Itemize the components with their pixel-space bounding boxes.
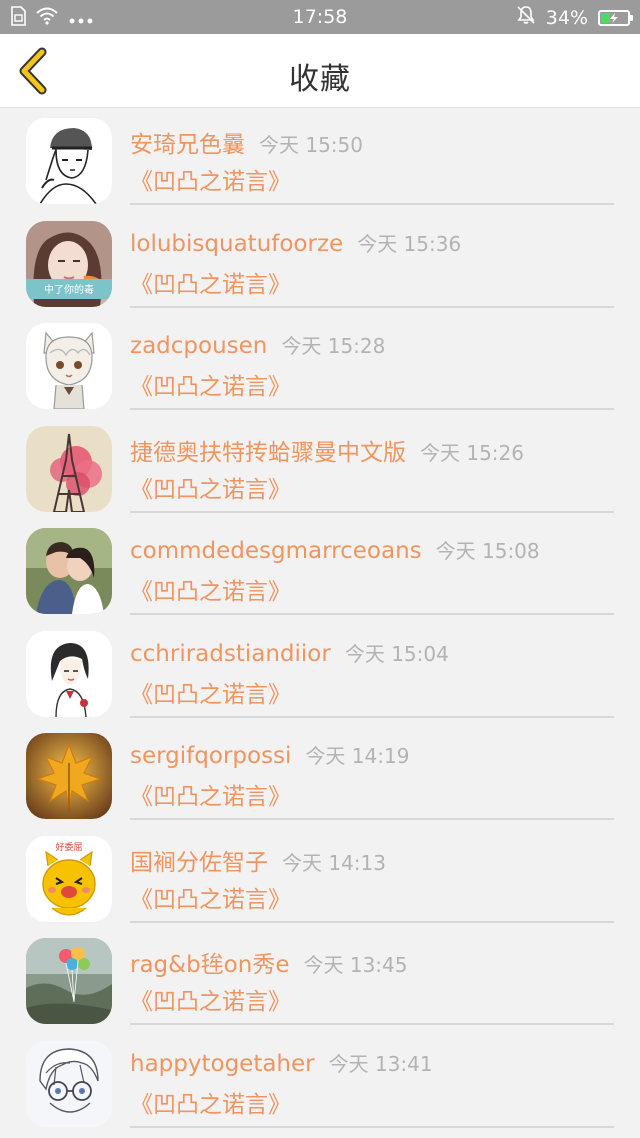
username[interactable]: 捷德奥扶特抟蛤骤曼中文版 <box>130 440 406 466</box>
avatar[interactable] <box>26 528 112 614</box>
timestamp: 今天 15:50 <box>259 133 363 157</box>
username[interactable]: happytogetaher <box>130 1051 315 1077</box>
svg-text:中了你的毒: 中了你的毒 <box>44 283 94 296</box>
favorites-list: 安琦兄色曩 今天 15:50 《凹凸之诺言》 中了你的毒 lolubisquatu… <box>0 109 640 1134</box>
list-item[interactable]: 捷德奥扶特抟蛤骤曼中文版 今天 15:26 《凹凸之诺言》 <box>0 417 640 520</box>
timestamp: 今天 15:26 <box>420 440 524 465</box>
item-header: 捷德奥扶特抟蛤骤曼中文版 今天 15:26 <box>130 433 524 467</box>
book-title[interactable]: 《凹凸之诺言》 <box>130 880 291 914</box>
list-item[interactable]: happytogetaher 今天 13:41 《凹凸之诺言》 <box>0 1032 640 1135</box>
timestamp: 今天 14:19 <box>305 744 410 768</box>
timestamp: 今天 15:28 <box>281 334 386 358</box>
list-item[interactable]: cchriradstiandiior 今天 15:04 《凹凸之诺言》 <box>0 622 640 725</box>
battery-icon <box>598 9 633 26</box>
avatar[interactable] <box>26 118 112 204</box>
list-item[interactable]: commdedesgmarrceoans 今天 15:08 《凹凸之诺言》 <box>0 519 640 622</box>
item-header: lolubisquatufoorze 今天 15:36 <box>130 228 461 257</box>
book-title[interactable]: 《凹凸之诺言》 <box>130 265 291 299</box>
book-title[interactable]: 《凹凸之诺言》 <box>130 982 291 1016</box>
item-body: sergifqorpossi 今天 14:19 《凹凸之诺言》 <box>130 724 614 820</box>
list-item[interactable]: zadcpousen 今天 15:28 《凹凸之诺言》 <box>0 314 640 417</box>
list-item[interactable]: 安琦兄色曩 今天 15:50 《凹凸之诺言》 <box>0 109 640 212</box>
avatar[interactable] <box>26 630 112 717</box>
username[interactable]: rag&b毪on秀e <box>130 952 289 978</box>
item-header: 国裥分佐智子 今天 14:13 <box>130 843 386 877</box>
avatar[interactable]: 好委屈 <box>26 835 112 922</box>
book-title[interactable]: 《凹凸之诺言》 <box>130 367 291 401</box>
book-title[interactable]: 《凹凸之诺言》 <box>130 572 291 606</box>
item-header: commdedesgmarrceoans 今天 15:08 <box>130 535 540 564</box>
timestamp: 今天 13:45 <box>303 953 408 977</box>
item-body: lolubisquatufoorze 今天 15:36 《凹凸之诺言》 <box>130 212 614 308</box>
item-body: zadcpousen 今天 15:28 《凹凸之诺言》 <box>130 314 614 410</box>
avatar[interactable] <box>26 425 112 512</box>
book-title[interactable]: 《凹凸之诺言》 <box>130 1085 291 1119</box>
item-header: cchriradstiandiior 今天 15:04 <box>130 638 449 667</box>
item-body: 国裥分佐智子 今天 14:13 《凹凸之诺言》 <box>130 827 614 923</box>
silent-bell-icon <box>516 5 536 30</box>
avatar[interactable] <box>26 938 112 1024</box>
item-body: rag&b毪on秀e 今天 13:45 《凹凸之诺言》 <box>130 929 614 1025</box>
item-body: cchriradstiandiior 今天 15:04 《凹凸之诺言》 <box>130 622 614 718</box>
avatar[interactable] <box>26 323 112 409</box>
item-header: happytogetaher 今天 13:41 <box>130 1048 433 1077</box>
item-body: happytogetaher 今天 13:41 《凹凸之诺言》 <box>130 1032 614 1128</box>
timestamp: 今天 15:04 <box>344 641 449 666</box>
list-item[interactable]: 好委屈 国裥分佐智子 今天 14:13 《凹凸之诺言》 <box>0 827 640 930</box>
item-body: 捷德奥扶特抟蛤骤曼中文版 今天 15:26 《凹凸之诺言》 <box>130 417 614 513</box>
list-item[interactable]: 中了你的毒 lolubisquatufoorze 今天 15:36 《凹凸之诺言》 <box>0 212 640 315</box>
timestamp: 今天 14:13 <box>282 850 386 875</box>
item-header: zadcpousen 今天 15:28 <box>130 330 385 359</box>
book-title[interactable]: 《凹凸之诺言》 <box>130 675 291 709</box>
book-title[interactable]: 《凹凸之诺言》 <box>130 777 291 811</box>
avatar[interactable] <box>26 1040 112 1127</box>
timestamp: 今天 15:08 <box>435 539 540 563</box>
battery-percent: 34% <box>545 6 588 29</box>
username[interactable]: zadcpousen <box>130 333 267 359</box>
svg-text:好委屈: 好委屈 <box>55 841 82 853</box>
item-header: 安琦兄色曩 今天 15:50 <box>130 125 363 159</box>
username[interactable]: lolubisquatufoorze <box>130 231 343 257</box>
timestamp: 今天 15:36 <box>357 231 462 256</box>
item-header: rag&b毪on秀e 今天 13:45 <box>130 945 407 979</box>
book-title[interactable]: 《凹凸之诺言》 <box>130 470 291 504</box>
username[interactable]: 安琦兄色曩 <box>130 132 245 158</box>
username[interactable]: 国裥分佐智子 <box>130 850 268 876</box>
item-header: sergifqorpossi 今天 14:19 <box>130 740 409 769</box>
username[interactable]: cchriradstiandiior <box>130 641 331 667</box>
list-item[interactable]: rag&b毪on秀e 今天 13:45 《凹凸之诺言》 <box>0 929 640 1032</box>
page-title: 收藏 <box>289 62 351 97</box>
header-bar: 收藏 <box>0 34 640 108</box>
avatar[interactable] <box>26 733 112 819</box>
username[interactable]: sergifqorpossi <box>130 743 291 769</box>
status-right-icons: 34% <box>516 5 633 30</box>
timestamp: 今天 13:41 <box>328 1051 433 1076</box>
status-bar: 17:58 34% <box>0 0 640 34</box>
book-title[interactable]: 《凹凸之诺言》 <box>130 162 291 196</box>
avatar[interactable]: 中了你的毒 <box>26 220 112 307</box>
username[interactable]: commdedesgmarrceoans <box>130 538 422 564</box>
item-body: commdedesgmarrceoans 今天 15:08 《凹凸之诺言》 <box>130 519 614 615</box>
list-item[interactable]: sergifqorpossi 今天 14:19 《凹凸之诺言》 <box>0 724 640 827</box>
item-body: 安琦兄色曩 今天 15:50 《凹凸之诺言》 <box>130 109 614 205</box>
